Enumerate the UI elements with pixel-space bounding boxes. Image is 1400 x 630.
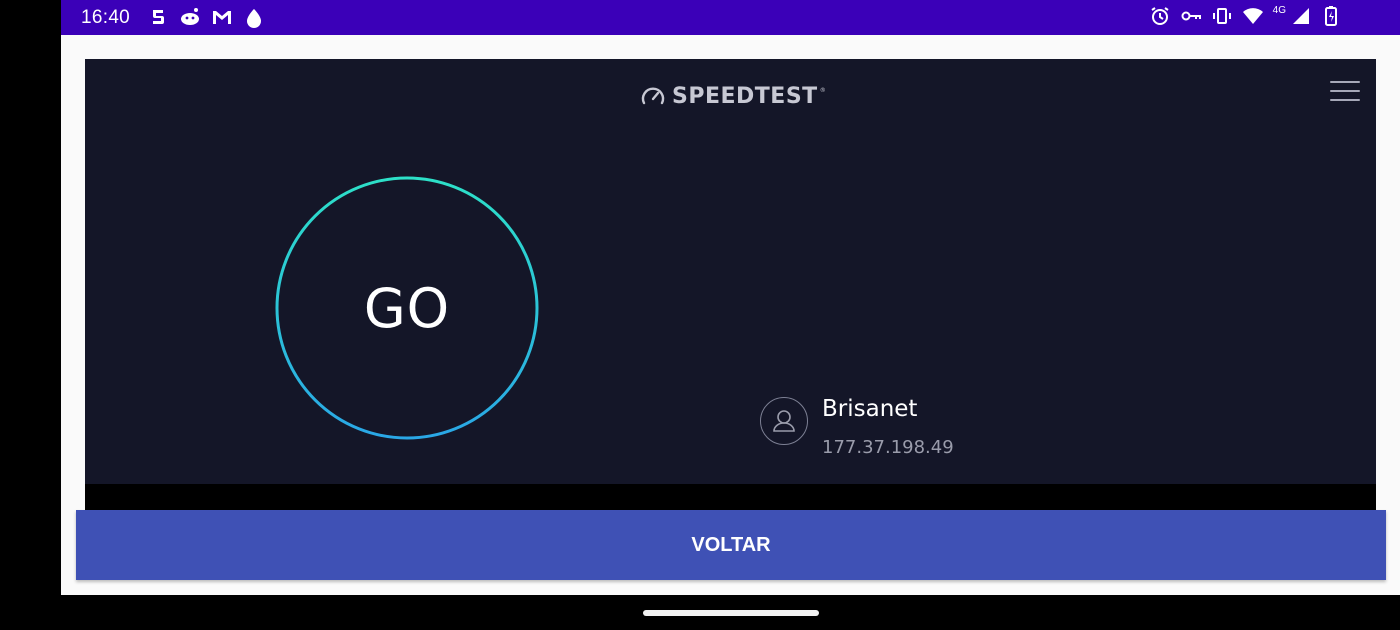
home-gesture-handle[interactable]	[643, 610, 819, 616]
speedometer-icon	[641, 87, 665, 105]
alarm-icon	[1149, 5, 1171, 27]
screen-cutout	[0, 0, 61, 630]
status-time: 16:40	[81, 7, 131, 28]
back-button[interactable]: VOLTAR	[76, 510, 1386, 580]
battery-charging-icon	[1320, 5, 1342, 27]
system-icons: 4G	[1149, 5, 1342, 27]
notification-s-icon	[147, 6, 169, 28]
vibrate-icon	[1211, 5, 1233, 27]
speedtest-webview: SPEEDTEST ® GO Brisanet 177.37.198.49	[85, 59, 1376, 489]
isp-name: Brisanet	[822, 396, 918, 422]
hamburger-menu-icon[interactable]	[1330, 81, 1360, 105]
trademark-symbol: ®	[819, 87, 826, 94]
gmail-icon	[211, 6, 233, 28]
notification-icons	[147, 6, 265, 28]
ip-address: 177.37.198.49	[822, 437, 954, 458]
device-screen: 16:40 4G SPEEDTEST ® GO Brisanet 177.37.…	[0, 0, 1400, 630]
app-drop-icon	[243, 6, 265, 28]
user-avatar-icon	[760, 397, 808, 445]
vpn-key-icon	[1180, 5, 1202, 27]
go-button[interactable]: GO	[275, 176, 539, 440]
network-type-label: 4G	[1272, 4, 1286, 16]
speedtest-logo-text: SPEEDTEST	[672, 83, 818, 109]
go-label: GO	[363, 276, 451, 340]
cell-signal-icon	[1289, 5, 1311, 27]
app-content: SPEEDTEST ® GO Brisanet 177.37.198.49 VO…	[61, 35, 1400, 595]
wifi-icon	[1242, 5, 1264, 27]
speedtest-logo: SPEEDTEST ®	[640, 81, 826, 111]
webview-footer	[85, 484, 1376, 512]
reddit-icon	[179, 6, 201, 28]
navigation-bar	[61, 595, 1400, 630]
status-bar: 16:40 4G	[61, 0, 1400, 35]
